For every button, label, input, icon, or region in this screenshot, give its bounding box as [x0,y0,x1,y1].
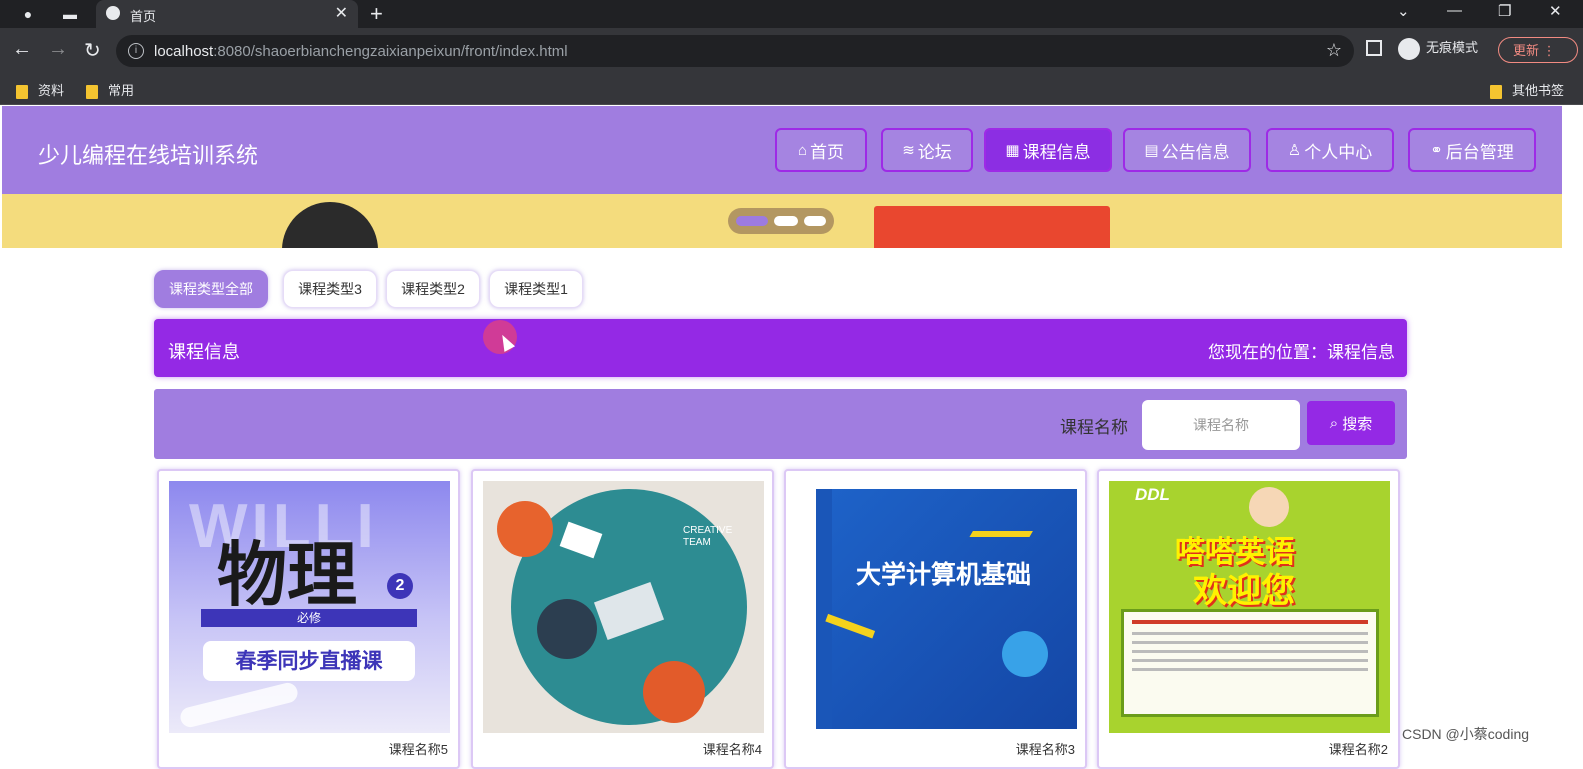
cover-logo: DDL [1135,485,1170,504]
cover-title: 物理 [217,538,357,615]
url-text[interactable]: localhost:8080/shaoerbianchengzaixianpei… [154,43,568,60]
course-cover: 大学计算机基础 [796,481,1077,733]
cover-line: 春季同步直播课 [203,641,415,681]
chevron-down-icon[interactable]: ⌄ [1397,2,1410,20]
bookmark-folder[interactable]: 常用 [86,80,134,99]
nav-home[interactable]: ⌂ 首页 [775,128,867,172]
text-panel [1121,609,1379,717]
cover-title: 大学计算机基础 [856,562,1032,589]
course-card[interactable]: 大学计算机基础 课程名称3 [784,469,1087,769]
nav-profile[interactable]: ♙ 个人中心 [1266,128,1394,172]
filter-type-1[interactable]: 课程类型1 [489,270,583,308]
nav-notices[interactable]: ▤ 公告信息 [1123,128,1251,172]
site-header: 少儿编程在线培训系统 ⌂ 首页 ≋ 论坛 ▦ 课程信息 ▤ 公告信息 ♙ 个人中心 ⚭ 后台… [2,106,1562,194]
cover-subtitle: 欢迎您 [1193,572,1295,610]
star-icon[interactable]: ☆ [1326,40,1342,61]
person-shape [643,661,705,723]
filter-all[interactable]: 课程类型全部 [154,270,268,308]
search-input[interactable] [1142,400,1300,450]
course-name: 课程名称5 [388,742,448,757]
course-name: 课程名称2 [1328,742,1388,757]
new-tab-icon[interactable]: + [370,1,383,27]
home-icon: ⌂ [797,141,808,159]
update-button[interactable]: 更新 ⋮ [1498,37,1578,63]
user-icon: ♙ [1287,142,1302,159]
folder-icon [1490,84,1502,99]
search-label: 课程名称 [1060,418,1128,437]
grid-icon: ▦ [1005,142,1020,159]
cover-badge: 2 [387,573,413,599]
window-close-icon[interactable]: ✕ [1549,2,1562,20]
forward-icon[interactable]: → [48,38,68,61]
globe-shape [1002,631,1048,677]
cover-title: CREATIVE TEAM [683,525,733,548]
carousel-dot[interactable] [774,216,798,226]
section-title: 课程信息 [168,342,240,362]
course-cover: WILLI 物理 2 必修 春季同步直播课 [169,481,450,733]
chrome-menu-icon[interactable]: ● [18,4,38,24]
course-card[interactable]: CREATIVE TEAM 课程名称4 [471,469,774,769]
course-card[interactable]: WILLI 物理 2 必修 春季同步直播课 课程名称5 [157,469,460,769]
person-shape [497,501,553,557]
reload-icon[interactable]: ↻ [84,38,101,63]
banner-block [874,206,1110,248]
course-card[interactable]: DDL 嗒嗒英语 欢迎您 课程名称2 [1097,469,1400,769]
side-panel-icon[interactable] [1366,40,1382,56]
filter-type-2[interactable]: 课程类型2 [386,270,480,308]
browser-tab-bar: ● ▬ 首页 ✕ + ⌄ — ❐ ✕ [0,0,1583,28]
address-bar[interactable]: i localhost:8080/shaoerbianchengzaixianp… [116,35,1354,67]
notice-icon: ▤ [1144,142,1159,159]
back-icon[interactable]: ← [12,38,32,61]
nav-courses[interactable]: ▦ 课程信息 [984,128,1112,172]
globe-icon [106,6,120,20]
incognito-indicator[interactable]: 无痕模式 [1398,37,1478,60]
bookmark-folder[interactable]: 资料 [16,80,64,99]
browser-tab[interactable]: 首页 ✕ [96,0,358,28]
carousel-dot[interactable] [804,216,826,226]
other-bookmarks[interactable]: 其他书签 [1490,80,1564,99]
folder-icon [16,84,28,99]
link-icon: ⚭ [1430,142,1443,159]
folder-icon [86,84,98,99]
banner-figure [282,202,378,248]
carousel-dot[interactable] [736,216,768,226]
restore-icon[interactable]: ❐ [1498,2,1511,20]
carousel-indicators [728,208,834,234]
nav-forum[interactable]: ≋ 论坛 [881,128,973,172]
info-icon[interactable]: i [128,43,144,59]
close-icon[interactable]: ✕ [335,3,348,23]
person-shape [537,599,597,659]
search-button[interactable]: ⌕ 搜索 [1307,401,1395,445]
search-icon: ⌕ [1329,414,1339,432]
layers-icon: ≋ [902,142,915,159]
minimize-icon[interactable]: — [1447,2,1462,19]
incognito-icon [1398,37,1420,60]
section-title-bar: 课程信息 您现在的位置：课程信息 [154,319,1407,377]
bookmarks-bar: 资料 常用 其他书签 [0,74,1583,105]
course-cover: CREATIVE TEAM [483,481,764,733]
cover-subtitle: 必修 [201,609,417,627]
course-name: 课程名称4 [702,742,762,757]
plane-shape [178,680,300,730]
breadcrumb: 您现在的位置：课程信息 [1208,343,1395,362]
nav-admin[interactable]: ⚭ 后台管理 [1408,128,1536,172]
filter-type-3[interactable]: 课程类型3 [283,270,377,308]
course-name: 课程名称3 [1015,742,1075,757]
watermark: CSDN @小蔡coding [1402,726,1530,742]
browser-toolbar: ← → ↻ i localhost:8080/shaoerbianchengza… [0,28,1583,74]
search-bar: 课程名称 ⌕搜索 [154,389,1407,459]
tab-title: 首页 [130,9,157,24]
child-shape [1249,487,1289,527]
site-brand: 少儿编程在线培训系统 [38,143,259,168]
tab-strip-icon[interactable]: ▬ [60,4,80,24]
course-cover: DDL 嗒嗒英语 欢迎您 [1109,481,1390,733]
